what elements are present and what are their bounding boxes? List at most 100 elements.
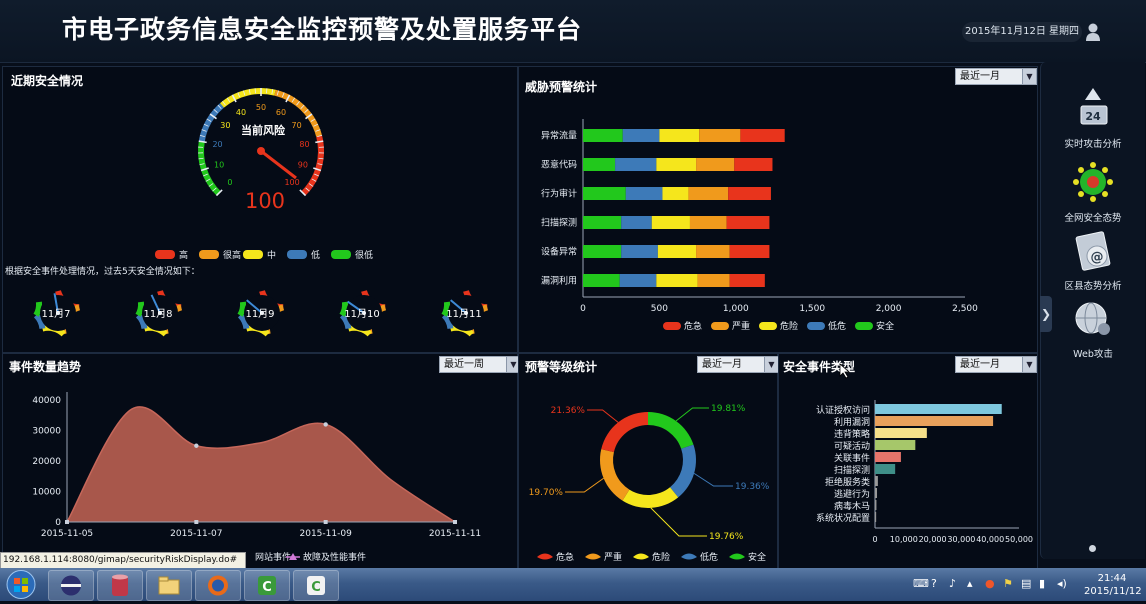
- taskbar-database-icon[interactable]: [97, 570, 143, 601]
- y-tick-label: 40000: [32, 396, 61, 406]
- right-nav: 24 实时攻击分析 全网安全态势 @ 区县态势分析 Web攻击: [1040, 62, 1145, 559]
- nav-web-attack[interactable]: Web攻击: [1041, 298, 1145, 360]
- category-label: 逃避行为: [834, 488, 870, 500]
- slice-label: 19.81%: [711, 404, 746, 414]
- taskbar-folder-icon[interactable]: [146, 570, 192, 601]
- bar: [875, 440, 915, 450]
- gauge-tick-label: 60: [276, 108, 286, 117]
- gauge-value: 100: [245, 189, 285, 213]
- volume-icon[interactable]: ◂): [1057, 577, 1067, 590]
- legend-label: 严重: [732, 320, 750, 332]
- legend-label: 严重: [604, 551, 622, 563]
- nav-collapse-handle[interactable]: ❯: [1040, 296, 1052, 332]
- web-attack-icon: [1071, 298, 1115, 342]
- speaker-small-icon[interactable]: ♪: [949, 577, 956, 590]
- legend-label: 危险: [780, 320, 798, 332]
- taskbar-eclipse-icon[interactable]: [48, 570, 94, 601]
- legend-item: 中: [243, 248, 276, 261]
- x-tick-label: 20,000: [919, 535, 947, 544]
- bar: [875, 404, 1002, 414]
- x-tick-label: 30,000: [947, 535, 975, 544]
- network-icon[interactable]: ▤: [1021, 577, 1031, 590]
- nav-attack-analysis[interactable]: 24 实时攻击分析: [1041, 86, 1145, 150]
- svg-text:24: 24: [1085, 110, 1101, 123]
- bar-segment: [690, 216, 727, 229]
- tray-arrow-icon[interactable]: ▴: [967, 577, 973, 590]
- date-display: 2015年11月12日 星期四: [962, 22, 1082, 42]
- bar-segment: [656, 274, 697, 287]
- legend-label: 低危: [700, 551, 718, 563]
- bar: [875, 464, 895, 474]
- x-tick-label: 40,000: [976, 535, 1004, 544]
- bar-segment: [734, 158, 772, 171]
- legend-swatch: [855, 322, 873, 330]
- mini-gauge: 11月11: [421, 281, 501, 343]
- slice-label: 21.36%: [551, 406, 586, 416]
- x-tick-label: 1,500: [799, 304, 825, 314]
- category-label: 拒绝服务类: [825, 476, 870, 488]
- gauge-tick-label: 40: [236, 108, 246, 117]
- x-marker: [453, 520, 457, 524]
- label-leader: [587, 410, 618, 422]
- mini-gauge-label: 11月9: [245, 308, 274, 320]
- network-situation-icon: [1071, 160, 1115, 206]
- legend-swatch: [537, 554, 553, 560]
- taskbar-camtasia-icon[interactable]: C: [244, 570, 290, 601]
- category-label: 异常流量: [541, 130, 577, 142]
- taskbar: C C: [0, 568, 1146, 601]
- bar-segment: [621, 245, 658, 258]
- taskbar-firefox-icon[interactable]: [195, 570, 241, 601]
- data-point: [323, 422, 327, 426]
- flag-icon[interactable]: ⚑: [1003, 577, 1013, 590]
- power-icon[interactable]: ▮: [1039, 577, 1045, 590]
- legend-label: 很低: [355, 251, 373, 261]
- label-leader: [651, 508, 707, 536]
- legend-swatch: [663, 322, 681, 330]
- keyboard-icon[interactable]: ⌨: [913, 577, 929, 590]
- bar-segment: [696, 158, 734, 171]
- legend-swatch: [585, 554, 601, 560]
- area-fill: [67, 407, 455, 522]
- x-tick-label: 2015-11-11: [429, 529, 481, 539]
- gauge-tick-label: 10: [214, 161, 224, 170]
- bar-segment: [730, 245, 770, 258]
- start-button-icon[interactable]: [3, 568, 39, 601]
- user-icon[interactable]: [1085, 22, 1101, 42]
- legend-item: 很低: [331, 248, 373, 261]
- donut-slice: [600, 449, 629, 501]
- types-chart: 认证授权访问利用漏洞违背策略可疑活动关联事件扫描探测拒绝服务类逃避行为病毒木马系…: [779, 354, 1037, 568]
- bar-segment: [583, 274, 620, 287]
- antivirus-icon[interactable]: ●: [985, 577, 995, 590]
- help-icon[interactable]: ?: [931, 577, 937, 590]
- attack-analysis-icon: 24: [1071, 86, 1115, 132]
- bar: [875, 500, 876, 510]
- mini-gauge: 11月9: [217, 281, 297, 343]
- bar: [875, 416, 993, 426]
- bar: [875, 476, 878, 486]
- bar-segment: [620, 274, 657, 287]
- nav-district-analysis[interactable]: @ 区县态势分析: [1041, 228, 1145, 292]
- nav-network-situation[interactable]: 全网安全态势: [1041, 160, 1145, 224]
- category-label: 关联事件: [834, 452, 870, 464]
- taskbar-camtasia-recorder-icon[interactable]: C: [293, 570, 339, 601]
- bar: [875, 488, 877, 498]
- x-tick-label: 1,000: [723, 304, 749, 314]
- y-tick-label: 10000: [32, 488, 61, 498]
- slice-label: 19.76%: [709, 532, 744, 542]
- legend-label: 故障及性能事件: [303, 551, 366, 563]
- x-marker: [65, 520, 69, 524]
- x-tick-label: 50,000: [1005, 535, 1033, 544]
- mini-gauge-arc: [36, 302, 39, 315]
- legend-label: 高: [179, 251, 188, 261]
- bar-segment: [583, 129, 623, 142]
- level-donut-chart: 19.81%19.36%19.76%19.70%21.36%危急严重危险低危安全: [519, 354, 777, 568]
- donut-slice: [622, 487, 678, 508]
- mini-gauge-label: 11月10: [344, 308, 379, 320]
- legend-label: 中: [267, 251, 276, 261]
- y-tick-label: 20000: [32, 457, 61, 467]
- mini-gauge-label: 11月7: [41, 308, 70, 320]
- nav-page-dot[interactable]: [1089, 545, 1096, 552]
- clock[interactable]: 21:442015/11/12: [1084, 572, 1140, 598]
- gauge-tick-label: 100: [284, 178, 299, 187]
- bar-segment: [727, 216, 770, 229]
